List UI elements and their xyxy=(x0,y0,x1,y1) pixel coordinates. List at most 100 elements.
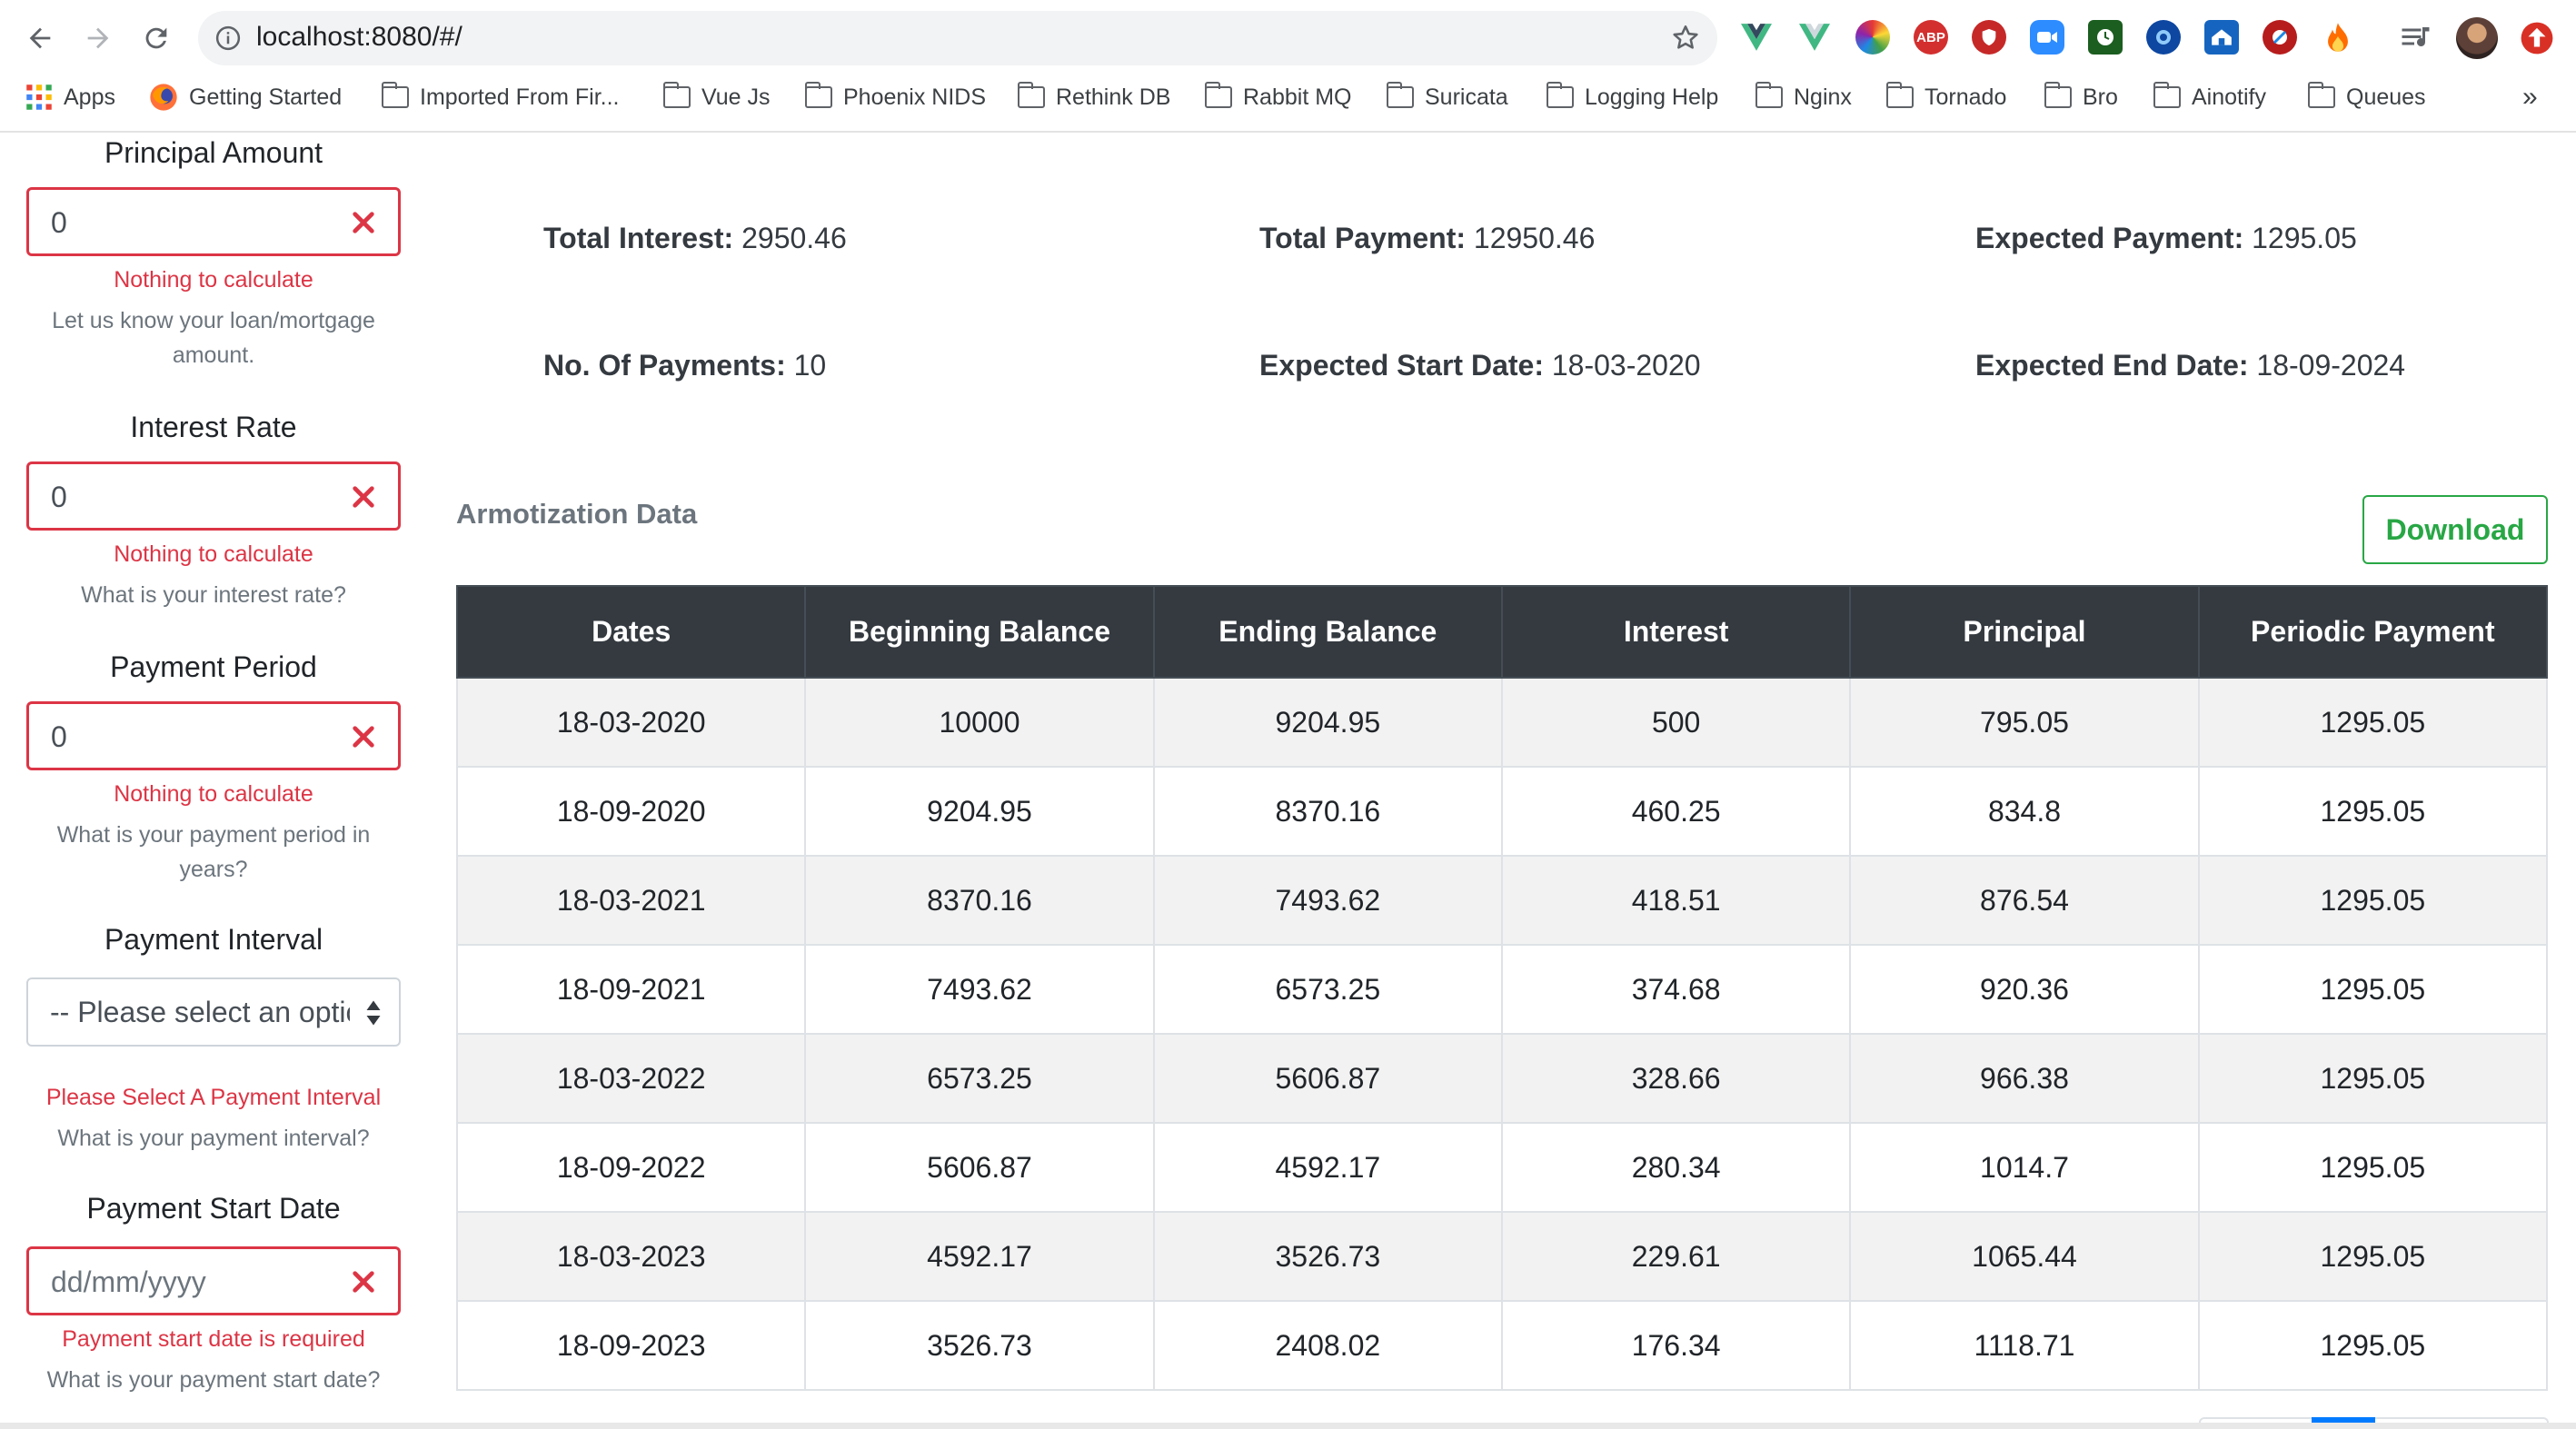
bookmark-folder[interactable]: Logging Help xyxy=(1546,82,1718,113)
table-cell: 8370.16 xyxy=(804,855,1155,946)
expected-end-date: Expected End Date: 18-09-2024 xyxy=(1975,349,2405,382)
column-header[interactable]: Interest xyxy=(1500,585,1852,679)
url-text: localhost:8080/#/ xyxy=(256,22,462,52)
extension-icon[interactable] xyxy=(2146,20,2181,55)
bookmark-folder[interactable]: Phoenix NIDS xyxy=(804,82,987,113)
table-cell: 4592.17 xyxy=(1152,1122,1503,1213)
principal-input[interactable]: 0 xyxy=(26,187,401,256)
bookmark-label: Apps xyxy=(64,84,115,110)
site-info-icon[interactable] xyxy=(214,25,242,56)
bookmark-folder[interactable]: Ainotify xyxy=(2153,82,2266,113)
bookmark-folder[interactable]: Imported From Fir... xyxy=(381,82,620,113)
vue-devtools-icon[interactable] xyxy=(1739,20,1774,55)
table-cell: 18-09-2020 xyxy=(455,766,807,857)
bookmark-star-icon[interactable] xyxy=(1670,23,1701,58)
table-cell: 1295.05 xyxy=(2197,766,2549,857)
bookmark-folder[interactable]: Bro xyxy=(2044,82,2118,113)
table-row: 18-03-2021 8370.16 7493.62 418.51 876.54 1295… xyxy=(455,855,2549,946)
rate-input[interactable]: 0 xyxy=(26,461,401,531)
zoom-icon[interactable] xyxy=(2030,20,2064,55)
table-cell: 5606.87 xyxy=(1152,1033,1503,1124)
bookmark-label: Imported From Fir... xyxy=(420,84,620,110)
error-x-icon xyxy=(351,210,376,240)
folder-icon xyxy=(2044,82,2072,108)
table-cell: 460.25 xyxy=(1500,766,1852,857)
total-payment-value: 12950.46 xyxy=(1473,222,1596,254)
column-header[interactable]: Dates xyxy=(455,585,807,679)
download-button[interactable]: Download xyxy=(2362,495,2548,564)
clock-icon[interactable] xyxy=(2088,20,2123,55)
bookmark-folder[interactable]: Rabbit MQ xyxy=(1204,82,1351,113)
table-cell: 500 xyxy=(1500,677,1852,768)
table-row: 18-03-2022 6573.25 5606.87 328.66 966.38 1295… xyxy=(455,1033,2549,1124)
forward-icon[interactable] xyxy=(75,15,122,62)
bookmark-label: Phoenix NIDS xyxy=(843,84,987,110)
rate-label: Interest Rate xyxy=(130,411,297,443)
error-x-icon xyxy=(351,1269,376,1299)
update-icon[interactable] xyxy=(2513,15,2561,62)
fire-icon[interactable] xyxy=(2321,20,2355,55)
column-header[interactable]: Periodic Payment xyxy=(2197,585,2549,679)
bookmark-label: Nginx xyxy=(1794,84,1852,110)
table-cell: 7493.62 xyxy=(1152,855,1503,946)
bookmark-label: Queues xyxy=(2346,84,2426,110)
column-header[interactable]: Principal xyxy=(1849,585,2200,679)
address-bar[interactable]: localhost:8080/#/ xyxy=(198,11,1717,65)
bookmark-folder[interactable]: Suricata xyxy=(1386,82,1508,113)
table-cell: 5606.87 xyxy=(804,1122,1155,1213)
color-picker-icon[interactable] xyxy=(1855,20,1890,55)
table-row: 18-09-2021 7493.62 6573.25 374.68 920.36 1295… xyxy=(455,944,2549,1035)
bookmark-folder[interactable]: Tornado xyxy=(1885,82,2006,113)
table-cell: 10000 xyxy=(804,677,1155,768)
bookmark-apps[interactable]: Apps xyxy=(25,82,115,113)
table-cell: 18-09-2023 xyxy=(455,1300,807,1391)
table-cell: 1295.05 xyxy=(2197,1033,2549,1124)
back-icon[interactable] xyxy=(16,15,64,62)
amortization-table: Dates Beginning Balance Ending Balance I… xyxy=(455,585,2549,1391)
adblock-plus-icon[interactable]: ABP xyxy=(1914,20,1948,55)
error-x-icon xyxy=(351,484,376,514)
table-cell: 18-09-2021 xyxy=(455,944,807,1035)
column-header[interactable]: Beginning Balance xyxy=(804,585,1155,679)
folder-icon xyxy=(804,82,832,108)
folder-icon xyxy=(1386,82,1414,108)
interval-select[interactable]: -- Please select an option -- xyxy=(26,977,401,1047)
browser-toolbar: localhost:8080/#/ ABP xyxy=(0,0,2576,76)
table-cell: 9204.95 xyxy=(1152,677,1503,768)
bookmark-folder[interactable]: Vue Js xyxy=(662,82,771,113)
folder-icon xyxy=(2307,82,2335,108)
table-row: 18-03-2020 10000 9204.95 500 795.05 1295.05 xyxy=(455,677,2549,768)
table-cell: 328.66 xyxy=(1500,1033,1852,1124)
bookmarks-overflow-button[interactable]: » xyxy=(2522,82,2538,113)
table-cell: 229.61 xyxy=(1500,1211,1852,1302)
extension-icon[interactable] xyxy=(2204,20,2239,55)
bookmark-folder[interactable]: Rethink DB xyxy=(1017,82,1170,113)
start-date-input[interactable]: dd/mm/yyyy xyxy=(26,1246,401,1315)
media-control-icon[interactable] xyxy=(2393,15,2441,62)
table-cell: 1295.05 xyxy=(2197,944,2549,1035)
bookmark-getting-started[interactable]: Getting Started xyxy=(149,82,342,113)
browser-chrome: localhost:8080/#/ ABP Apps Getting Start… xyxy=(0,0,2576,133)
period-hint: What is your payment period in years? xyxy=(56,822,371,882)
ublock-icon[interactable] xyxy=(1972,20,2006,55)
bookmark-folder[interactable]: Queues xyxy=(2307,82,2426,113)
avatar[interactable] xyxy=(2453,15,2501,62)
expected-payment: Expected Payment: 1295.05 xyxy=(1975,222,2357,255)
table-cell: 18-09-2022 xyxy=(455,1122,807,1213)
table-cell: 920.36 xyxy=(1849,944,2200,1035)
error-x-icon xyxy=(351,724,376,754)
horizontal-scrollbar[interactable] xyxy=(0,1423,2576,1429)
period-input[interactable]: 0 xyxy=(26,701,401,770)
period-value: 0 xyxy=(51,720,67,753)
bookmark-folder[interactable]: Nginx xyxy=(1755,82,1852,113)
expected-payment-label: Expected Payment: xyxy=(1975,222,2244,254)
table-cell: 18-03-2021 xyxy=(455,855,807,946)
extension-icon[interactable] xyxy=(2263,20,2297,55)
start-date-placeholder: dd/mm/yyyy xyxy=(51,1265,206,1298)
table-cell: 876.54 xyxy=(1849,855,2200,946)
total-interest-value: 2950.46 xyxy=(741,222,847,254)
column-header[interactable]: Ending Balance xyxy=(1152,585,1503,679)
vue-devtools-icon[interactable] xyxy=(1797,20,1832,55)
table-cell: 1065.44 xyxy=(1849,1211,2200,1302)
reload-icon[interactable] xyxy=(133,15,180,62)
